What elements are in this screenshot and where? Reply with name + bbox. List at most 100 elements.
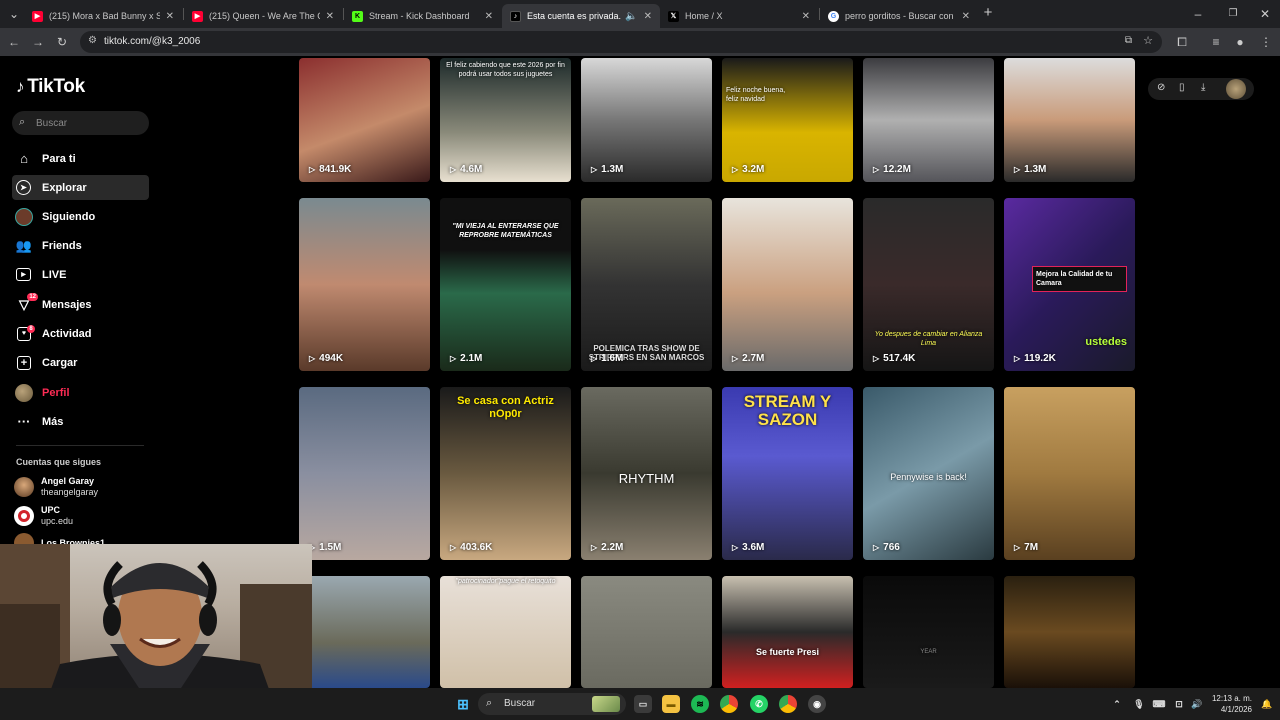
new-tab-icon[interactable]: + <box>980 5 996 21</box>
video-tile[interactable]: Yo despues de cambiar en Alianza Lima ▷ 51… <box>863 198 994 371</box>
video-tile[interactable]: STREAM Y SAZON ▷ 3.6M <box>722 387 853 560</box>
close-icon[interactable]: ✕ <box>802 11 810 22</box>
close-icon[interactable]: ✕ <box>485 11 493 22</box>
video-tile[interactable]: POLEMICA TRAS SHOW DE STRIPPERS EN SAN M… <box>581 198 712 371</box>
video-tile[interactable]: ▷ 494K <box>299 198 430 371</box>
chrome-active-icon[interactable] <box>779 695 797 713</box>
download-icon[interactable]: ⤓ <box>1201 82 1205 93</box>
video-tile[interactable]: El feliz cabiendo que este 2026 por fin … <box>440 58 571 182</box>
back-icon[interactable]: ← <box>6 34 22 50</box>
profile-icon[interactable]: ● <box>1232 34 1248 50</box>
forward-icon[interactable]: → <box>30 34 46 50</box>
video-tile[interactable]: YEAR <box>863 576 994 688</box>
task-view-icon[interactable]: ▭ <box>634 695 652 713</box>
video-tile[interactable]: ▷ 12.2M <box>863 58 994 182</box>
taskbar-search[interactable]: ⌕ Buscar <box>478 693 626 715</box>
view-count: ▷ 3.6M <box>732 542 764 553</box>
bookmark-star-icon[interactable]: ☆ <box>1143 34 1153 47</box>
close-icon[interactable]: ✕ <box>326 11 334 22</box>
search-box[interactable]: ⌕ <box>12 111 149 135</box>
chrome-icon[interactable] <box>720 695 738 713</box>
file-explorer-icon[interactable]: ▬ <box>662 695 680 713</box>
browser-tab-6[interactable]: G perro gorditos - Buscar con Go ✕ <box>820 4 978 28</box>
video-tile[interactable]: RHYTHM ▷ 2.2M <box>581 387 712 560</box>
microphone-icon[interactable]: 🎙 <box>1130 695 1148 713</box>
followed-account[interactable]: Angel Garay theangelgaray <box>14 476 98 498</box>
view-count: ▷ 7M <box>1014 542 1038 553</box>
upload-icon: + <box>17 355 31 370</box>
video-tile[interactable] <box>581 576 712 688</box>
nav-cargar[interactable]: + Cargar <box>12 350 149 375</box>
view-count: ▷ 2.1M <box>450 353 482 364</box>
nav-siguiendo[interactable]: Siguiendo <box>12 204 149 229</box>
windows-start-icon[interactable]: ⊞ <box>454 695 472 713</box>
video-tile[interactable]: ▷ 1.3M <box>1004 58 1135 182</box>
video-tile[interactable]: ▷ 1.3M <box>581 58 712 182</box>
nav-friends[interactable]: 👥 Friends <box>12 233 149 258</box>
menu-kebab-icon[interactable]: ⋮ <box>1258 34 1274 50</box>
video-tile[interactable] <box>1004 576 1135 688</box>
browser-tab-2[interactable]: ▶ (215) Queen - We Are The Cha ✕ <box>184 4 342 28</box>
video-tile[interactable]: ▷ 1.5M <box>299 387 430 560</box>
video-tile[interactable]: Se casa con Actriz nOp0r ▷ 403.6K <box>440 387 571 560</box>
nav-live[interactable]: ▶ LIVE <box>12 262 149 287</box>
extensions-icon[interactable]: ⧠ <box>1174 34 1190 50</box>
restore-icon[interactable]: ❐ <box>1225 6 1241 22</box>
video-tile[interactable]: ▷ 7M <box>1004 387 1135 560</box>
media-control-icon[interactable]: ≡ <box>1208 34 1224 50</box>
compass-icon[interactable]: ⊘ <box>1157 82 1165 93</box>
video-caption: STREAM Y SAZON <box>743 392 832 429</box>
nav-para-ti[interactable]: ⌂ Para ti <box>12 146 149 171</box>
tray-chevron-icon[interactable]: ⌃ <box>1108 695 1126 713</box>
video-tile[interactable]: Feliz noche buena, feliz navidad ▷ 3.2M <box>722 58 853 182</box>
close-icon[interactable]: ✕ <box>166 11 174 22</box>
tiktok-logo[interactable]: ♪ TikTok <box>16 76 85 98</box>
video-tile[interactable]: ▷ 841.9K <box>299 58 430 182</box>
tab-search-icon[interactable]: ⌄ <box>6 6 22 22</box>
keyboard-icon[interactable]: ⌨ <box>1150 695 1168 713</box>
speaker-icon[interactable]: 🔈 <box>625 11 637 22</box>
nav-mensajes[interactable]: ▽ 12 Mensajes <box>12 292 149 317</box>
nav-explorar[interactable]: ➤ Explorar <box>12 175 149 200</box>
play-icon: ▷ <box>873 543 880 552</box>
video-tile[interactable] <box>299 576 430 688</box>
close-icon[interactable]: ✕ <box>962 11 970 22</box>
spotify-icon[interactable]: ≋ <box>691 695 709 713</box>
close-icon[interactable]: ✕ <box>644 11 652 22</box>
video-caption: "MI VIEJA AL ENTERARSE QUE REPROBRE MATE… <box>452 223 559 239</box>
video-tile[interactable]: Mejora la Calidad de tu Camara ustedes ▷ 11… <box>1004 198 1135 371</box>
search-input[interactable] <box>36 115 141 131</box>
site-info-icon[interactable]: ⚙ <box>88 35 97 46</box>
whatsapp-icon[interactable]: ✆ <box>750 695 768 713</box>
address-bar[interactable]: ⚙ tiktok.com/@k3_2006 ⧉ ☆ <box>80 31 1162 53</box>
avatar-icon[interactable] <box>1226 79 1246 99</box>
taskbar-clock[interactable]: 12:13 a. m. 4/1/2026 <box>1206 693 1252 715</box>
browser-tab-1[interactable]: ▶ (215) Mora x Bad Bunny x Sech ✕ <box>24 4 182 28</box>
video-tile[interactable]: Se fuerte Presi <box>722 576 853 688</box>
nav-perfil[interactable]: Perfil <box>12 380 149 405</box>
recording-app-icon[interactable]: ◉ <box>808 695 826 713</box>
video-caption: RHYTHM <box>618 471 675 486</box>
device-icon[interactable]: ▯ <box>1179 82 1185 93</box>
browser-tab-5[interactable]: 𝕏 Home / X ✕ <box>660 4 818 28</box>
view-count-number: 1.3M <box>601 164 624 175</box>
network-icon[interactable]: ⊡ <box>1170 695 1188 713</box>
notification-bell-icon[interactable]: 🔔 <box>1258 695 1276 713</box>
volume-icon[interactable]: 🔊 <box>1188 695 1206 713</box>
nav-mas[interactable]: ··· Más <box>12 409 149 434</box>
video-tile[interactable]: Pennywise is back! ▷ 766 <box>863 387 994 560</box>
video-tile[interactable]: "patrocinador"pague el retoquito <box>440 576 571 688</box>
minimize-icon[interactable]: – <box>1190 6 1206 22</box>
close-window-icon[interactable]: ✕ <box>1257 6 1273 22</box>
video-tile[interactable]: ▷ 2.7M <box>722 198 853 371</box>
followed-account[interactable]: UPC upc.edu <box>14 505 73 527</box>
nav-actividad[interactable]: ♥ 8 Actividad <box>12 321 149 346</box>
avatar <box>14 477 34 497</box>
browser-tab-4-active[interactable]: ♪ Esta cuenta es privada. Sig 🔈 ✕ <box>502 4 660 28</box>
browser-tab-3[interactable]: K Stream - Kick Dashboard ✕ <box>344 4 501 28</box>
browser-tab-title: Home / X <box>685 11 723 21</box>
install-app-icon[interactable]: ⧉ <box>1125 35 1132 46</box>
account-handle: upc.edu <box>41 516 74 526</box>
reload-icon[interactable]: ↻ <box>54 34 70 50</box>
video-tile[interactable]: "MI VIEJA AL ENTERARSE QUE REPROBRE MATE… <box>440 198 571 371</box>
